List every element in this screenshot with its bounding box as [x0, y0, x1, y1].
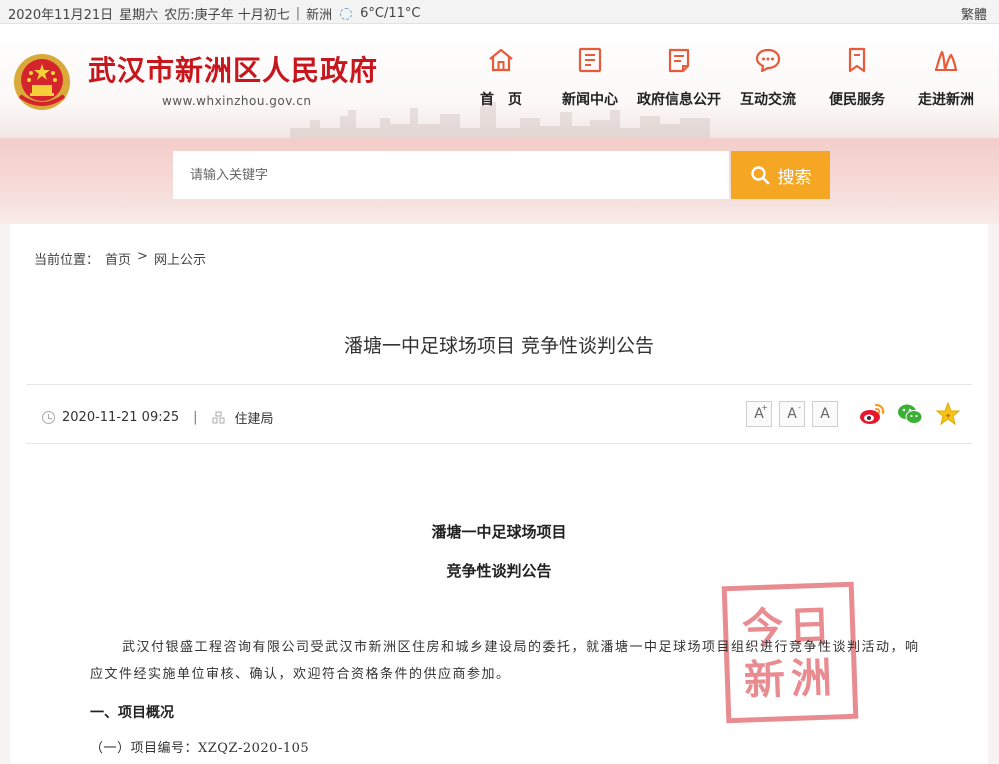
search-input[interactable]	[173, 151, 729, 199]
nav-label: 新闻中心	[562, 92, 618, 108]
svg-text:+: +	[945, 412, 951, 420]
breadcrumb-home-link[interactable]: 首页	[105, 249, 131, 268]
search-banner: 搜索	[0, 138, 999, 224]
weekday-text: 星期六	[119, 8, 159, 23]
chat-icon	[755, 48, 781, 73]
document-section-heading: 一、项目概况	[90, 705, 174, 721]
breadcrumb-separator: >	[137, 249, 148, 264]
font-increase-button[interactable]: A +	[746, 401, 772, 427]
news-icon	[578, 47, 602, 73]
wechat-icon[interactable]	[896, 400, 924, 428]
share-buttons: +	[858, 400, 962, 428]
info-open-icon	[668, 48, 690, 73]
nav-item-interaction[interactable]: 互动交流	[722, 46, 814, 109]
breadcrumb-current-link[interactable]: 网上公示	[154, 249, 206, 268]
nav-label: 互动交流	[740, 92, 796, 108]
document-heading-1: 潘塘一中足球场项目	[431, 523, 567, 541]
top-info-bar: 2020年11月21日 星期六 农历:庚子年 十月初七 | 新洲 6°C/11°…	[0, 0, 999, 24]
publish-datetime: 2020-11-21 09:25	[62, 410, 180, 425]
weibo-icon[interactable]	[858, 400, 886, 428]
landmark-icon	[934, 50, 958, 71]
site-url: www.whxinzhou.gov.cn	[162, 94, 312, 108]
nav-label: 政府信息公开	[637, 92, 721, 108]
article-source: 住建局	[234, 412, 274, 427]
favorite-icon[interactable]: +	[934, 400, 962, 428]
font-decrease-button[interactable]: A-	[779, 401, 805, 427]
site-title[interactable]: 武汉市新洲区人民政府	[88, 49, 378, 89]
article-meta: 2020-11-21 09:25 | 住建局	[42, 408, 274, 427]
font-default-button[interactable]: A	[812, 401, 838, 427]
date-text: 2020年11月21日	[8, 8, 114, 23]
breadcrumb-prefix: 当前位置：	[34, 253, 100, 268]
clock-icon	[42, 411, 55, 424]
temperature-text: 6°C/11°C	[360, 6, 421, 21]
font-size-controls: A + A- A	[746, 401, 838, 427]
article-title: 潘塘一中足球场项目 竞争性谈判公告	[343, 335, 655, 357]
nav-item-home[interactable]: 首 页	[455, 46, 547, 109]
location-text: 新洲	[306, 8, 333, 23]
traditional-chinese-link[interactable]: 繁體	[961, 4, 987, 23]
lunar-date-text: 农历:庚子年 十月初七	[164, 8, 290, 23]
source-icon	[212, 411, 225, 424]
nav-label: 便民服务	[829, 92, 885, 108]
weather-icon	[340, 7, 353, 20]
separator: |	[295, 6, 301, 21]
date-weather-info: 2020年11月21日 星期六 农历:庚子年 十月初七 | 新洲 6°C/11°…	[8, 4, 420, 23]
home-icon	[489, 48, 513, 72]
search-button-label: 搜索	[777, 167, 812, 187]
nav-item-news[interactable]: 新闻中心	[544, 46, 636, 109]
document-item: （一）项目编号：XZQZ-2020-105	[90, 741, 310, 756]
national-emblem-logo	[14, 54, 70, 110]
nav-label: 走进新洲	[918, 92, 974, 108]
article-card: 当前位置： 首页 > 网上公示 潘塘一中足球场项目 竞争性谈判公告 2020-1…	[10, 224, 988, 764]
meta-separator: |	[193, 410, 198, 425]
document-paragraph: 武汉付银盛工程咨询有限公司受武汉市新洲区住房和城乡建设局的委托，就潘塘一中足球场…	[90, 640, 920, 682]
bookmark-icon	[848, 47, 866, 73]
nav-item-info-open[interactable]: 政府信息公开	[633, 46, 725, 109]
article-meta-bar: 2020-11-21 09:25 | 住建局 A + A- A +	[26, 384, 972, 444]
search-icon	[750, 166, 769, 185]
site-header: 武汉市新洲区人民政府 www.whxinzhou.gov.cn 首 页 新闻中心	[0, 24, 999, 138]
nav-item-about[interactable]: 走进新洲	[900, 46, 992, 109]
nav-item-services[interactable]: 便民服务	[811, 46, 903, 109]
document-heading-2: 竞争性谈判公告	[446, 562, 552, 580]
nav-label: 首 页	[480, 92, 522, 108]
breadcrumb: 当前位置： 首页 > 网上公示	[34, 249, 206, 268]
search-button[interactable]: 搜索	[731, 151, 830, 199]
